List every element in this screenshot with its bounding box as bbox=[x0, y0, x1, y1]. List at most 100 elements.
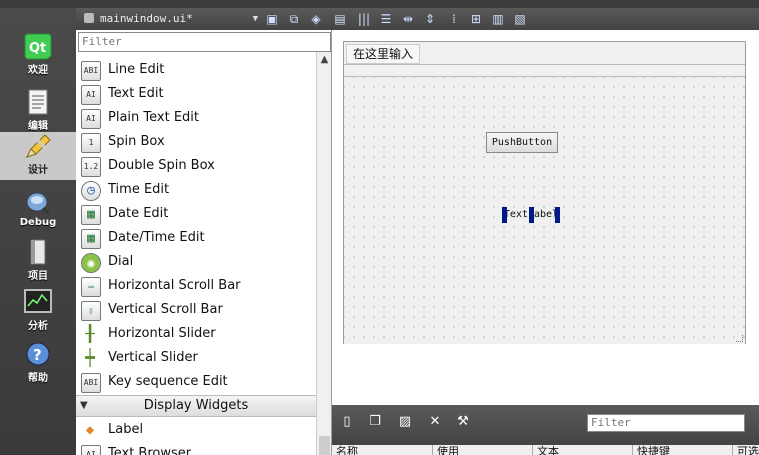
new-action-icon[interactable]: ▯ bbox=[338, 413, 356, 431]
mode-label: 编辑 bbox=[28, 121, 48, 132]
line-edit-icon: ABI bbox=[81, 61, 101, 81]
list-item[interactable]: AI Plain Text Edit bbox=[76, 106, 316, 130]
column-header-shortcut[interactable]: 快捷键 bbox=[632, 445, 670, 455]
list-item[interactable]: ABI Key sequence Edit bbox=[76, 370, 316, 394]
edit-tab-order-icon[interactable]: ▤ bbox=[332, 11, 348, 27]
item-label: Vertical Slider bbox=[108, 350, 198, 365]
main-window-form[interactable]: 在这里输入 PushButton TextLabel bbox=[343, 41, 746, 344]
copy-action-icon[interactable]: ❐ bbox=[366, 413, 384, 431]
paste-action-icon[interactable]: ▨ bbox=[396, 413, 414, 431]
item-label: Time Edit bbox=[108, 182, 170, 197]
layout-grid-icon[interactable]: ⊞ bbox=[468, 11, 484, 27]
mode-label: 分析 bbox=[28, 321, 48, 332]
selection-handle[interactable] bbox=[502, 207, 507, 223]
widget-list-scrollbar[interactable]: ▲ bbox=[316, 52, 331, 455]
item-label: Text Edit bbox=[108, 86, 164, 101]
list-item[interactable]: ▯ Vertical Scroll Bar bbox=[76, 298, 316, 322]
widget-list: ABI Line Edit AI Text Edit AI Plain Text Ed… bbox=[76, 52, 316, 455]
column-header-used[interactable]: 使用 bbox=[432, 445, 459, 455]
action-filter-input[interactable] bbox=[588, 415, 741, 430]
list-item[interactable]: 1 Spin Box bbox=[76, 130, 316, 154]
list-item[interactable]: 1.2 Double Spin Box bbox=[76, 154, 316, 178]
mode-label: 设计 bbox=[28, 165, 48, 176]
vertical-scroll-bar-icon: ▯ bbox=[81, 301, 101, 321]
item-label: Vertical Scroll Bar bbox=[108, 302, 223, 317]
edit-widgets-icon[interactable]: ▣ bbox=[264, 11, 280, 27]
list-item[interactable]: ╂ Horizontal Slider bbox=[76, 322, 316, 346]
list-item[interactable]: ◉ Dial bbox=[76, 250, 316, 274]
item-label: Plain Text Edit bbox=[108, 110, 199, 125]
chevron-down-icon[interactable]: ▼ bbox=[253, 10, 258, 28]
list-item[interactable]: ◆ Label bbox=[76, 418, 316, 442]
list-item[interactable]: ▦ Date/Time Edit bbox=[76, 226, 316, 250]
list-item[interactable]: ▭ Horizontal Scroll Bar bbox=[76, 274, 316, 298]
list-item[interactable]: AI Text Browser bbox=[76, 442, 316, 455]
list-item[interactable]: ▦ Date Edit bbox=[76, 202, 316, 226]
item-label: Spin Box bbox=[108, 134, 165, 149]
project-book-icon bbox=[30, 239, 46, 265]
list-item[interactable]: ABI Line Edit bbox=[76, 58, 316, 82]
list-item[interactable]: AI Text Edit bbox=[76, 82, 316, 106]
column-header-checkable[interactable]: 可选 bbox=[732, 445, 759, 455]
file-name: mainwindow.ui* bbox=[100, 12, 193, 25]
layout-horizontal-icon[interactable]: ||| bbox=[356, 11, 372, 27]
item-label: Dial bbox=[108, 254, 134, 269]
selection-handle[interactable] bbox=[555, 207, 560, 223]
layout-vertical-icon[interactable]: ☰ bbox=[378, 11, 394, 27]
text-browser-icon: AI bbox=[81, 445, 101, 455]
bug-icon bbox=[26, 192, 50, 215]
delete-action-icon[interactable]: ✕ bbox=[426, 413, 444, 431]
clock-icon: ◷ bbox=[81, 181, 101, 201]
edit-signals-slots-icon[interactable]: ⧉ bbox=[286, 11, 302, 27]
layout-form-icon[interactable]: ⁞ bbox=[446, 11, 462, 27]
chevron-up-icon[interactable]: ▲ bbox=[317, 54, 331, 68]
edit-buddies-icon[interactable]: ◈ bbox=[308, 11, 324, 27]
widget-box: ABI Line Edit AI Text Edit AI Plain Text Ed… bbox=[76, 30, 332, 455]
item-label: Label bbox=[108, 422, 144, 437]
svg-text:Qt: Qt bbox=[29, 41, 46, 56]
form-editor: 在这里输入 PushButton TextLabel bbox=[332, 30, 759, 405]
item-label: Date/Time Edit bbox=[108, 230, 205, 245]
calendar-icon: ▦ bbox=[81, 205, 101, 225]
label-icon: ◆ bbox=[85, 422, 95, 438]
mode-analyze[interactable]: 分析 bbox=[0, 288, 76, 336]
column-header-name[interactable]: 名称 bbox=[332, 445, 358, 455]
mode-label: 帮助 bbox=[28, 373, 48, 384]
mode-help[interactable]: ? 帮助 bbox=[0, 340, 76, 388]
category-title: Display Widgets bbox=[143, 398, 249, 413]
item-label: Horizontal Scroll Bar bbox=[108, 278, 241, 293]
help-icon: ? bbox=[26, 342, 50, 366]
dial-icon: ◉ bbox=[81, 253, 101, 273]
list-item[interactable]: ◷ Time Edit bbox=[76, 178, 316, 202]
selection-handle[interactable] bbox=[529, 207, 534, 223]
column-header-text[interactable]: 文本 bbox=[532, 445, 559, 455]
layout-splitter-v-icon[interactable]: ⇕ bbox=[422, 11, 438, 27]
layout-splitter-h-icon[interactable]: ⇹ bbox=[400, 11, 416, 27]
design-pencil-icon bbox=[26, 134, 51, 158]
mode-bar: Qt 欢迎 编辑 设计 Debug 项目 分析 ? 帮助 bbox=[0, 8, 77, 455]
scrollbar-thumb[interactable] bbox=[319, 436, 330, 455]
widget-filter-input[interactable] bbox=[79, 33, 322, 49]
file-selector[interactable]: mainwindow.ui* ▼ bbox=[80, 10, 258, 28]
form-resize-grip[interactable] bbox=[736, 335, 743, 342]
mode-label: 欢迎 bbox=[28, 65, 48, 76]
text-label-widget[interactable]: TextLabel bbox=[502, 207, 560, 223]
mode-welcome[interactable]: Qt 欢迎 bbox=[0, 32, 76, 80]
break-layout-icon[interactable]: ▥ bbox=[490, 11, 506, 27]
mode-projects[interactable]: 项目 bbox=[0, 238, 76, 286]
mode-design[interactable]: 设计 bbox=[0, 132, 76, 180]
mode-label: Debug bbox=[19, 217, 57, 228]
push-button-widget[interactable]: PushButton bbox=[486, 132, 558, 153]
central-widget-grid[interactable]: PushButton TextLabel bbox=[344, 76, 745, 344]
adjust-size-icon[interactable]: ▧ bbox=[512, 11, 528, 27]
menu-type-here[interactable]: 在这里输入 bbox=[346, 44, 421, 64]
action-filter-field[interactable] bbox=[587, 414, 745, 432]
mode-debug[interactable]: Debug bbox=[0, 188, 76, 236]
calendar-clock-icon: ▦ bbox=[81, 229, 101, 249]
configure-action-icon[interactable]: ⚒ bbox=[454, 413, 472, 431]
widget-filter-field[interactable] bbox=[78, 32, 331, 52]
category-header-display-widgets[interactable]: ▼ Display Widgets bbox=[76, 395, 316, 417]
horizontal-scroll-bar-icon: ▭ bbox=[81, 277, 101, 297]
list-item[interactable]: ┿ Vertical Slider bbox=[76, 346, 316, 370]
mode-edit[interactable]: 编辑 bbox=[0, 88, 76, 136]
